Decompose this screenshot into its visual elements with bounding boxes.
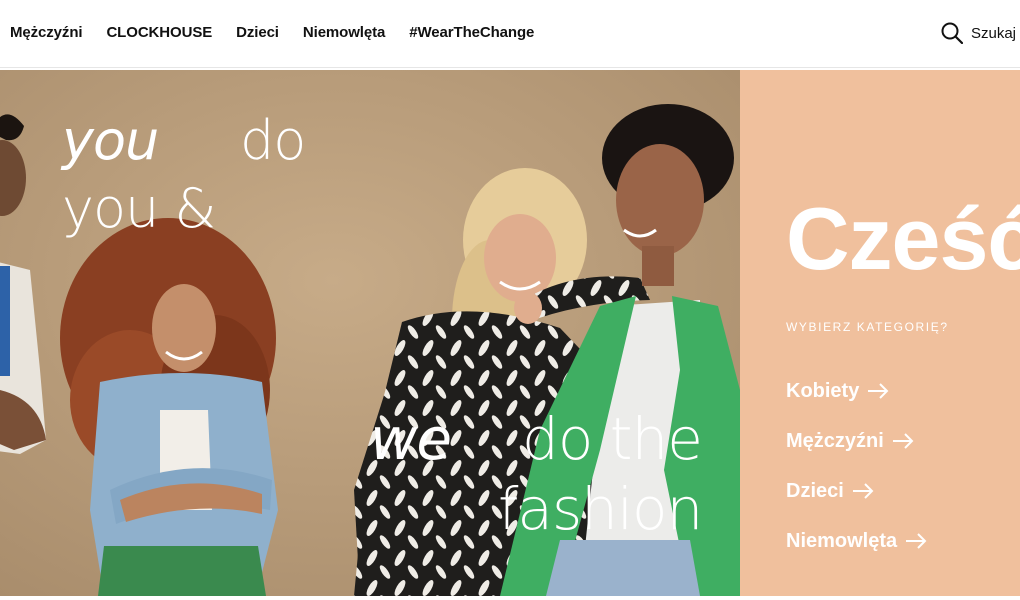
- nav-item-niemowleta[interactable]: Niemowlęta: [303, 24, 385, 41]
- hero-tagline-fashion: fashion: [498, 475, 703, 543]
- category-link-kobiety[interactable]: Kobiety: [786, 366, 927, 416]
- main-menu: Mężczyźni CLOCKHOUSE Dzieci Niemowlęta #…: [10, 24, 534, 41]
- nav-item-wearthechange[interactable]: #WearTheChange: [409, 24, 534, 41]
- arrow-right-icon: [892, 433, 914, 449]
- category-label: Kobiety: [786, 379, 860, 402]
- search-label: Szukaj: [970, 24, 1016, 42]
- hero-tagline-do: do: [240, 109, 306, 172]
- arrow-right-icon: [868, 383, 889, 399]
- hero-tagline-you-1: you: [62, 109, 159, 172]
- category-link-dzieci[interactable]: Dzieci: [786, 466, 927, 516]
- nav-item-dzieci[interactable]: Dzieci: [236, 24, 279, 41]
- category-link-niemowleta[interactable]: Niemowlęta: [786, 516, 927, 566]
- hero-banner[interactable]: you do you & we do the fashion: [0, 70, 740, 596]
- category-link-mezczyzni[interactable]: Mężczyźni: [786, 416, 927, 466]
- greeting-heading: Cześć: [786, 189, 1020, 288]
- hero-tagline-you-and: you &: [62, 177, 216, 240]
- hero-tagline-do-the: do the: [522, 405, 703, 473]
- arrow-right-icon: [906, 533, 927, 549]
- search-icon: [941, 22, 963, 44]
- top-navigation: Mężczyźni CLOCKHOUSE Dzieci Niemowlęta #…: [0, 0, 1020, 68]
- nav-item-mezczyzni[interactable]: Mężczyźni: [10, 24, 83, 41]
- category-label: Niemowlęta: [786, 529, 898, 552]
- arrow-right-icon: [852, 483, 874, 499]
- nav-item-clockhouse[interactable]: CLOCKHOUSE: [106, 24, 212, 41]
- category-label: Dzieci: [786, 479, 844, 502]
- category-label: Mężczyźni: [786, 429, 884, 452]
- category-list: Kobiety Mężczyźni Dzieci Niemowlęta: [786, 366, 927, 566]
- category-heading: WYBIERZ KATEGORIĘ?: [786, 320, 949, 334]
- search-button[interactable]: Szukaj: [941, 22, 1016, 44]
- hero-tagline-we: we: [370, 405, 452, 473]
- category-panel: Cześć WYBIERZ KATEGORIĘ? Kobiety Mężczyź…: [740, 70, 1020, 596]
